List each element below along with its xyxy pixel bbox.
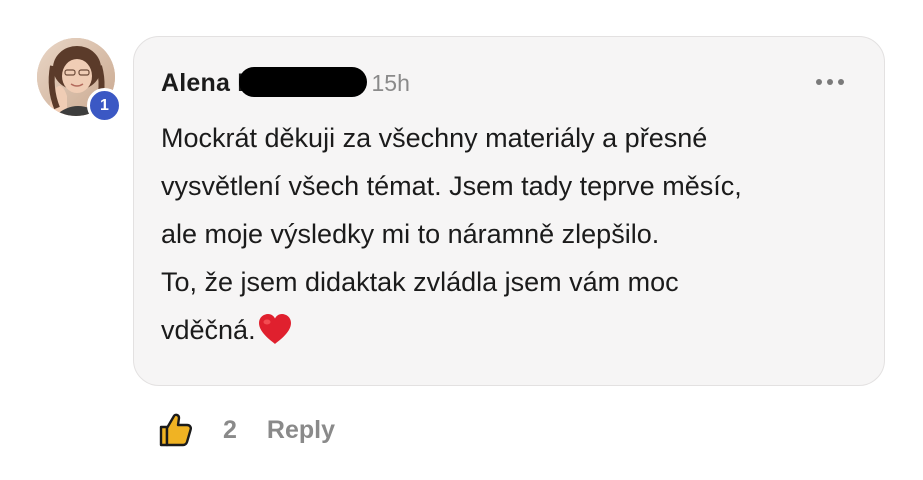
level-badge: 1 (87, 88, 122, 123)
comment-text-line: ale moje výsledky mi to náramně zlepšilo… (161, 219, 660, 249)
comment-text-line: Mockrát děkuji za všechny materiály a př… (161, 123, 708, 153)
comment-bubble: Alena K 15h Mockrát děkuji za všechny ma… (133, 36, 885, 386)
comment: 1 Alena K 15h Mockrát děkuji za všechny … (0, 0, 923, 480)
like-button[interactable]: 2 (157, 412, 237, 448)
comment-text-line: vděčná. (161, 315, 256, 345)
heart-icon (257, 312, 293, 360)
comment-text-last-line: vděčná. (161, 306, 861, 360)
reply-button[interactable]: Reply (267, 416, 335, 445)
more-options-button[interactable] (816, 75, 844, 89)
more-dot-icon (816, 79, 822, 85)
comment-text: Mockrát děkuji za všechny materiály a př… (161, 114, 861, 360)
redaction-mark (239, 67, 368, 97)
thumbs-up-icon (159, 413, 192, 447)
comment-text-line: vysvětlení všech témat. Jsem tady teprve… (161, 171, 742, 201)
like-count: 2 (223, 415, 237, 444)
more-dot-icon (827, 79, 833, 85)
comment-actions: 2 Reply (157, 406, 335, 454)
comment-text-line: To, že jsem didaktak zvládla jsem vám mo… (161, 267, 679, 297)
comment-header: Alena K 15h (161, 65, 410, 101)
timestamp[interactable]: 15h (371, 70, 409, 97)
author-avatar-wrapper[interactable]: 1 (37, 38, 122, 123)
more-dot-icon (838, 79, 844, 85)
